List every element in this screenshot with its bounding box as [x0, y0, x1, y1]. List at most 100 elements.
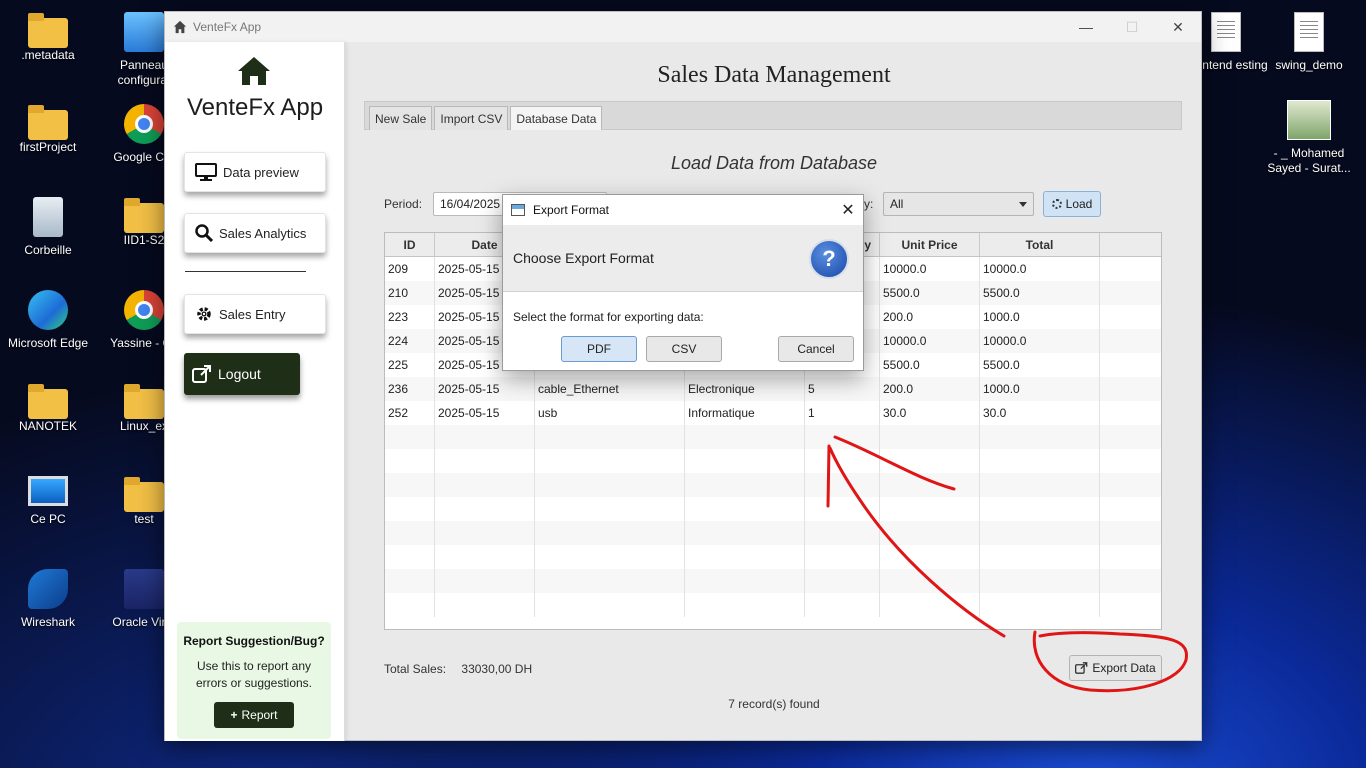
table-cell: 30.0 — [980, 401, 1100, 425]
total-sales: Total Sales: 33030,00 DH — [384, 662, 532, 676]
title-bar[interactable]: VenteFx App — ☐ ✕ — [165, 12, 1201, 42]
table-cell: 209 — [385, 257, 435, 281]
window-controls: — ☐ ✕ — [1063, 12, 1201, 42]
table-row[interactable]: 236 2025-05-15 cable_Ethernet Electronique 5… — [385, 377, 1161, 401]
table-cell: 236 — [385, 377, 435, 401]
column-header-total[interactable]: Total — [980, 233, 1100, 256]
table-cell — [1100, 497, 1161, 521]
search-icon — [195, 224, 213, 242]
sidebar-item-sales-entry[interactable]: Sales Entry — [184, 294, 326, 334]
table-row[interactable] — [385, 497, 1161, 521]
sidebar-item-data-preview[interactable]: Data preview — [184, 152, 326, 192]
table-row[interactable] — [385, 593, 1161, 617]
table-row[interactable] — [385, 425, 1161, 449]
sidebar-item-label: Sales Analytics — [219, 225, 307, 241]
table-cell — [535, 569, 685, 593]
table-row[interactable] — [385, 449, 1161, 473]
table-cell: 5500.0 — [980, 281, 1100, 305]
category-select[interactable]: All — [883, 192, 1034, 216]
table-cell — [980, 545, 1100, 569]
tab-database-data[interactable]: Database Data — [510, 106, 603, 130]
tab-import-csv[interactable]: Import CSV — [434, 106, 509, 130]
table-cell — [685, 545, 805, 569]
table-cell — [1100, 305, 1161, 329]
close-button[interactable]: ✕ — [1155, 12, 1201, 42]
table-cell — [880, 497, 980, 521]
table-row[interactable] — [385, 521, 1161, 545]
table-cell: 2025-05-15 — [435, 401, 535, 425]
table-cell — [535, 449, 685, 473]
table-cell — [385, 521, 435, 545]
table-cell: 5500.0 — [880, 281, 980, 305]
table-row[interactable]: 252 2025-05-15 usb Informatique 1 30.0 30.0 — [385, 401, 1161, 425]
column-header-id[interactable]: ID — [385, 233, 435, 256]
report-panel: Report Suggestion/Bug? Use this to repor… — [177, 622, 331, 739]
cancel-button[interactable]: Cancel — [778, 336, 854, 362]
desktop-icon-this-pc[interactable]: Ce PC — [0, 476, 96, 527]
table-cell — [1100, 569, 1161, 593]
table-cell — [685, 425, 805, 449]
csv-button[interactable]: CSV — [646, 336, 722, 362]
dialog-close-button[interactable]: ✕ — [833, 200, 863, 220]
category-select-value: All — [890, 197, 904, 211]
table-cell — [980, 521, 1100, 545]
desktop-icon-video[interactable]: - _ Mohamed Sayed - Surat... — [1261, 100, 1357, 176]
desktop-icon-swing-demo[interactable]: swing_demo — [1261, 12, 1357, 73]
export-data-button[interactable]: Export Data — [1069, 655, 1162, 681]
table-cell — [1100, 545, 1161, 569]
table-cell — [1100, 473, 1161, 497]
table-cell — [385, 425, 435, 449]
desktop-icon-firstproject[interactable]: firstProject — [0, 104, 96, 155]
loading-spinner-icon — [1051, 199, 1062, 209]
app-brand-title: VenteFx App — [186, 94, 324, 121]
table-cell — [880, 521, 980, 545]
column-header-unit-price[interactable]: Unit Price — [880, 233, 980, 256]
dialog-title-bar[interactable]: Export Format ✕ — [503, 195, 863, 225]
table-cell — [980, 449, 1100, 473]
table-cell — [880, 473, 980, 497]
folder-icon — [124, 384, 164, 419]
table-cell — [535, 593, 685, 617]
table-cell: 5500.0 — [880, 353, 980, 377]
table-cell — [880, 569, 980, 593]
load-button[interactable]: Load — [1043, 191, 1101, 217]
sidebar-item-sales-analytics[interactable]: Sales Analytics — [184, 213, 326, 253]
table-cell — [805, 449, 880, 473]
category-label: y: — [864, 197, 874, 211]
dialog-buttons: PDF CSV Cancel — [503, 336, 863, 362]
external-link-icon — [1075, 662, 1088, 674]
table-cell: Electronique — [685, 377, 805, 401]
chrome-icon — [124, 290, 164, 330]
wireshark-icon — [28, 569, 68, 609]
desktop-icon-nanotek[interactable]: NANOTEK — [0, 383, 96, 434]
table-cell — [980, 497, 1100, 521]
table-cell: 10000.0 — [880, 257, 980, 281]
folder-icon — [28, 384, 68, 419]
table-cell: 5 — [805, 377, 880, 401]
table-row[interactable] — [385, 545, 1161, 569]
desktop-icon-wireshark[interactable]: Wireshark — [0, 569, 96, 630]
logout-button[interactable]: Logout — [184, 353, 300, 395]
table-cell — [535, 473, 685, 497]
desktop-icon-recycle-bin[interactable]: Corbeille — [0, 197, 96, 258]
pdf-button[interactable]: PDF — [561, 336, 637, 362]
table-cell — [805, 497, 880, 521]
desktop-icon-edge[interactable]: Microsoft Edge — [0, 290, 96, 351]
edge-icon — [28, 290, 68, 330]
desktop-icon-metadata[interactable]: .metadata — [0, 12, 96, 63]
table-cell — [385, 449, 435, 473]
report-button-label: Report — [241, 708, 278, 722]
table-cell: 1 — [805, 401, 880, 425]
table-cell — [385, 545, 435, 569]
table-cell — [685, 569, 805, 593]
report-button[interactable]: + Report — [214, 702, 294, 728]
table-row[interactable] — [385, 473, 1161, 497]
table-row[interactable] — [385, 569, 1161, 593]
minimize-button[interactable]: — — [1063, 12, 1109, 42]
maximize-button[interactable]: ☐ — [1109, 12, 1155, 42]
table-cell — [980, 473, 1100, 497]
dialog-title: Export Format — [533, 203, 610, 217]
tab-new-sale[interactable]: New Sale — [369, 106, 433, 130]
table-cell — [685, 449, 805, 473]
table-cell — [805, 473, 880, 497]
